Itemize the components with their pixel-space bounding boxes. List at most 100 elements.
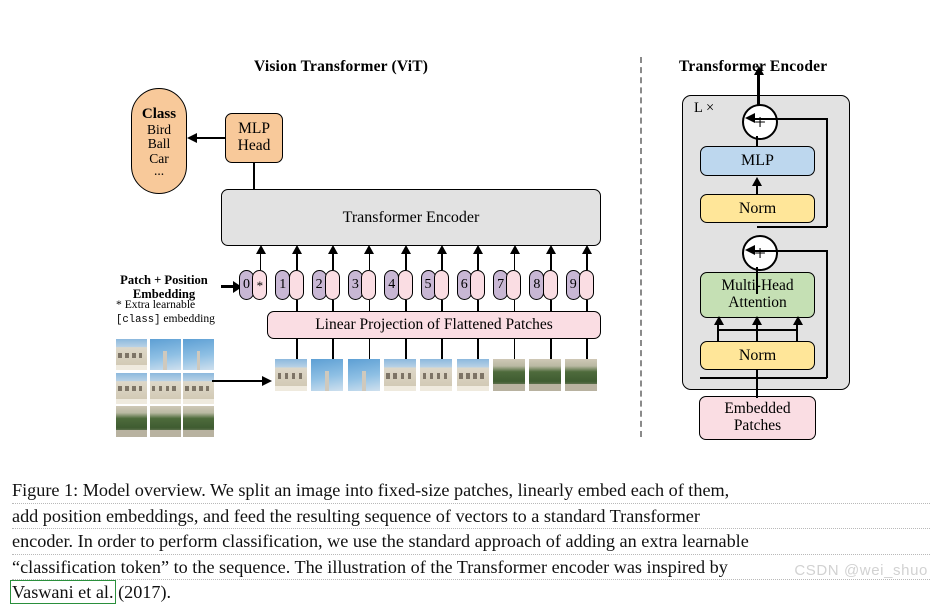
token-9: 9 <box>565 270 594 300</box>
source-patch-r0-c0 <box>116 339 147 370</box>
token-8: 8 <box>529 270 558 300</box>
citation-highlight: Vaswani et al. <box>10 580 116 605</box>
source-patch-r1-c1 <box>149 372 181 404</box>
mlp-head-line2: Head <box>237 137 271 154</box>
wire-arrow-up <box>713 316 724 325</box>
token-6-up-line <box>477 252 480 270</box>
wire-h <box>755 118 828 120</box>
strip-patch-6 <box>456 359 489 391</box>
class-output-box: Class Bird Ball Car ... <box>131 88 187 194</box>
wire-h <box>757 377 827 379</box>
token-2-up-line <box>332 252 334 270</box>
embedded-patches-line1: Embedded <box>724 400 791 418</box>
footnote-line1: * Extra learnable <box>116 298 196 311</box>
linear-projection-box: Linear Projection of Flattened Patches <box>267 311 601 339</box>
footnote-line2-tail: embedding <box>160 312 215 325</box>
wire-arrow-left <box>745 245 755 255</box>
patch-6-up-line <box>477 339 480 359</box>
figure-caption: Figure 1: Model overview. We split an im… <box>10 478 930 605</box>
extra-learnable-footnote: * Extra learnable [class] embedding <box>116 298 236 327</box>
token-4-up-arrow <box>400 245 411 254</box>
token-9-up-arrow <box>582 245 593 254</box>
token-7-up-arrow <box>509 245 520 254</box>
token-4: 4 <box>384 270 413 300</box>
token-8-up-arrow <box>545 245 556 254</box>
wire-arrow-up <box>792 316 803 325</box>
wire-v <box>755 390 759 398</box>
patch-9-up-line <box>586 339 589 359</box>
mlphead-to-class-line <box>196 137 226 139</box>
wire-h <box>755 250 828 252</box>
wire-arrow-up <box>752 316 763 325</box>
token-1-down-line <box>295 300 298 311</box>
token-7-down-line <box>513 300 516 311</box>
embedding-label-line1: Patch + Position <box>120 273 208 287</box>
figure-canvas: Vision Transformer (ViT) Transformer Enc… <box>0 0 942 605</box>
token-1-up-arrow <box>291 245 302 254</box>
token-6-position <box>470 270 486 300</box>
footnote-mono-token: [class] <box>116 314 161 326</box>
mlp-head-line1: MLP <box>238 120 270 138</box>
token-7-up-line <box>513 252 516 270</box>
token-0-up-line <box>259 252 262 270</box>
norm-block-bottom: Norm <box>700 341 815 370</box>
token-3-up-line <box>368 252 371 270</box>
csdn-watermark: CSDN @wei_shuo <box>794 562 928 579</box>
token-4-down-line <box>404 300 407 311</box>
left-panel-title: Vision Transformer (ViT) <box>254 58 429 75</box>
mlp-head-box: MLP Head <box>225 113 283 163</box>
token-5: 5 <box>420 270 449 300</box>
source-patch-r2-c2 <box>183 406 214 437</box>
source-patch-r1-c2 <box>183 372 214 404</box>
panel-divider <box>640 57 642 437</box>
token-2-position <box>324 270 340 300</box>
grid-to-strip-arrow <box>262 375 272 386</box>
strip-patch-3 <box>347 359 380 391</box>
token-7: 7 <box>493 270 522 300</box>
token-5-down-line <box>441 300 443 311</box>
token-3-down-line <box>368 300 371 311</box>
wire-v <box>756 267 759 272</box>
norm-bottom-label: Norm <box>738 346 777 364</box>
strip-patch-4 <box>383 359 416 391</box>
token-0-up-arrow <box>255 245 266 254</box>
caption-line-2: encoder. In order to perform classificat… <box>12 529 930 555</box>
repeat-count-label: L × <box>694 100 715 116</box>
strip-patch-9 <box>565 359 598 391</box>
token-5-up-arrow <box>437 245 447 254</box>
token-3: 3 <box>347 270 377 300</box>
token-6-up-arrow <box>473 245 484 254</box>
transformer-encoder-label: Transformer Encoder <box>342 208 480 226</box>
wire-v <box>717 329 719 341</box>
patch-1-up-line <box>295 339 298 359</box>
wire-h <box>757 226 827 228</box>
caption-line-4: Vaswani et al. (2017). <box>10 580 930 605</box>
patch-position-embedding-label: Patch + Position Embedding <box>108 273 220 301</box>
token-7-position <box>506 270 522 300</box>
source-patch-r2-c0 <box>116 406 147 437</box>
token-9-up-line <box>586 252 589 270</box>
token-2-up-arrow <box>328 245 339 254</box>
strip-patch-1 <box>275 359 307 391</box>
token-8-position <box>542 270 558 300</box>
strip-patch-7 <box>492 359 525 391</box>
mlp-block-label: MLP <box>741 152 774 170</box>
token-6-down-line <box>477 300 480 311</box>
token-6: 6 <box>456 270 486 300</box>
grid-to-strip-line <box>212 380 264 382</box>
token-9-down-line <box>586 300 589 311</box>
strip-patch-2 <box>311 359 344 391</box>
token-4-position <box>397 270 413 300</box>
token-5-position <box>433 270 449 300</box>
token-0-position: * <box>252 270 268 300</box>
attention-line2: Attention <box>728 294 787 311</box>
norm-top-label: Norm <box>738 199 777 217</box>
patch-7-up-line <box>513 339 516 359</box>
encoder-output-arrow <box>753 66 764 75</box>
mlp-block: MLP <box>700 146 815 176</box>
token-4-up-line <box>404 252 407 270</box>
class-item-3: ... <box>153 163 165 179</box>
embedded-patches-line2: Patches <box>733 417 782 434</box>
strip-patch-8 <box>529 359 562 391</box>
token-8-up-line <box>550 252 552 270</box>
